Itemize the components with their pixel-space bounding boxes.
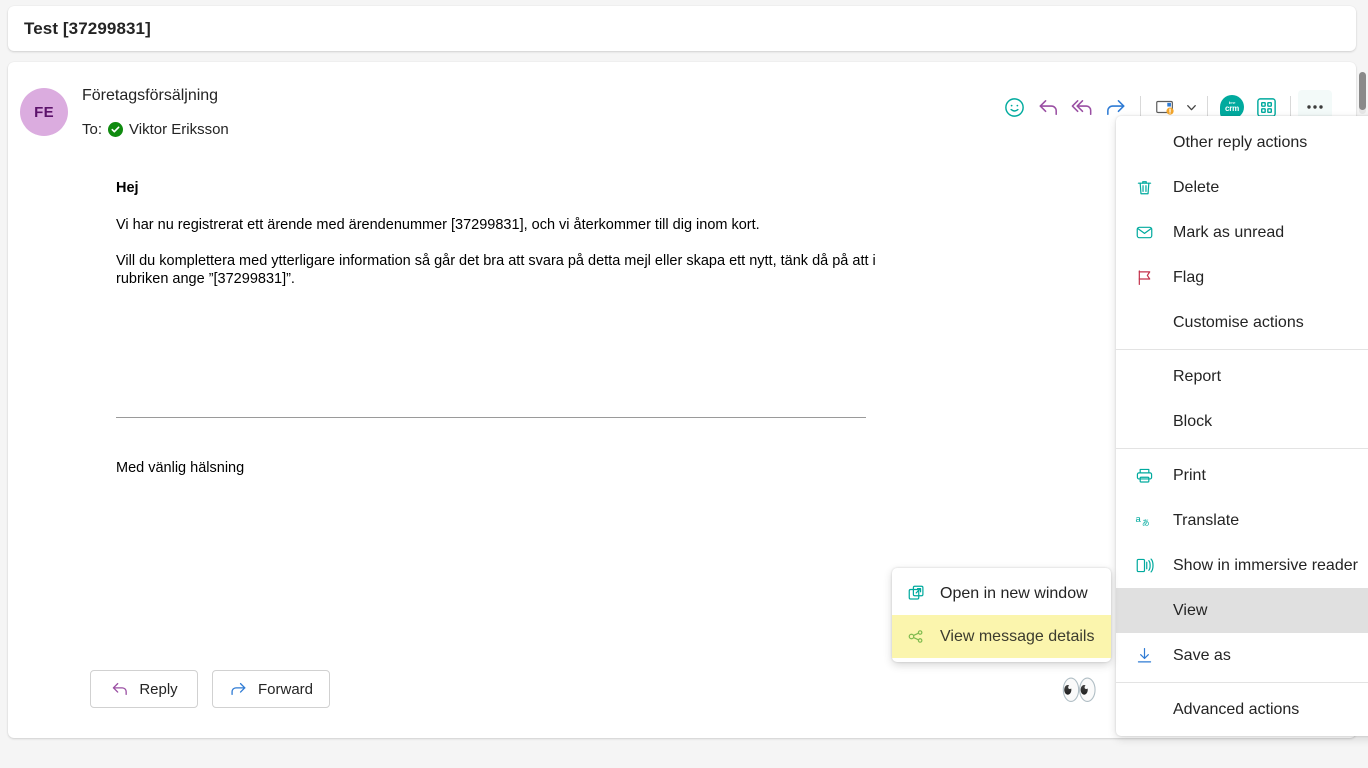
reply-icon[interactable] [1031, 90, 1065, 124]
flag-icon [1134, 268, 1154, 288]
more-actions-context-menu: Other reply actions Delete Mark as unread F… [1116, 116, 1368, 736]
context-menu-item-label: Translate [1173, 511, 1240, 529]
context-menu-item-save-as[interactable]: Save as [1116, 633, 1368, 678]
context-menu-item-label: Block [1173, 412, 1213, 430]
context-menu-item-customise-actions[interactable]: Customise actions [1116, 300, 1368, 345]
toolbar-divider [1140, 96, 1141, 118]
sender-name[interactable]: Företagsförsäljning [82, 87, 218, 105]
reply-button-label: Reply [139, 680, 178, 698]
context-menu-item-label: Show in immersive reader [1173, 556, 1358, 574]
toolbar-divider-3 [1290, 96, 1291, 118]
context-menu-item-block[interactable]: Block [1116, 399, 1368, 444]
body-paragraph-1: Vi har nu registrerat ett ärende med äre… [116, 217, 760, 233]
signature-divider [116, 417, 866, 418]
trash-icon [1134, 178, 1154, 198]
context-menu-item-label: View [1173, 601, 1208, 619]
avatar-initials: FE [34, 103, 54, 121]
context-menu-item-show-in-immersive-reader[interactable]: Show in immersive reader [1116, 543, 1368, 588]
scrollbar-thumb[interactable] [1359, 72, 1366, 110]
toolbar-divider-2 [1207, 96, 1208, 118]
view-submenu-item-open-in-new-window[interactable]: Open in new window [892, 572, 1111, 615]
body-paragraph-2: Vill du komplettera med ytterligare info… [116, 253, 876, 288]
context-menu-item-translate[interactable]: a あ Translate [1116, 498, 1368, 543]
open-external-icon [906, 584, 926, 604]
view-submenu: Open in new window View message details [892, 568, 1111, 662]
envelope-icon [1134, 223, 1154, 243]
context-menu-item-report[interactable]: Report [1116, 354, 1368, 399]
body-signature: Med vänlig hälsning [116, 460, 245, 476]
message-footer-actions: Reply Forward [90, 670, 331, 708]
view-submenu-item-view-message-details[interactable]: View message details [892, 615, 1111, 658]
context-menu-item-other-reply-actions[interactable]: Other reply actions [1116, 120, 1368, 165]
context-menu-item-flag[interactable]: Flag [1116, 255, 1368, 300]
context-menu-item-view[interactable]: View [1116, 588, 1368, 633]
view-submenu-item-label: View message details [940, 627, 1095, 645]
context-menu-item-label: Mark as unread [1173, 223, 1285, 241]
body-greeting: Hej [116, 180, 139, 196]
context-menu-item-label: Other reply actions [1173, 133, 1308, 151]
context-menu-item-label: Flag [1173, 268, 1205, 286]
reply-button[interactable]: Reply [90, 670, 198, 708]
context-menu-item-delete[interactable]: Delete [1116, 165, 1368, 210]
outlook-message-view: Test [37299831] FE Företagsförsäljning T… [0, 0, 1368, 768]
view-submenu-item-label: Open in new window [940, 584, 1088, 602]
svg-text:a: a [1135, 514, 1141, 525]
subject-card: Test [37299831] [8, 6, 1356, 51]
crm-main-text: crm [1224, 104, 1240, 113]
context-menu-item-label: Customise actions [1173, 313, 1304, 331]
context-menu-item-label: Report [1173, 367, 1222, 385]
recipient-row: To: Viktor Eriksson [82, 121, 229, 138]
message-details-icon [906, 627, 926, 647]
printer-icon [1134, 466, 1154, 486]
forward-button[interactable]: Forward [212, 670, 331, 708]
immersive-reader-icon [1134, 556, 1154, 576]
context-menu-divider [1116, 448, 1368, 449]
context-menu-divider [1116, 682, 1368, 683]
avatar: FE [20, 88, 68, 136]
forward-button-label: Forward [258, 680, 314, 698]
eyes-reaction-icon[interactable]: 👀 [1061, 676, 1098, 706]
context-menu-item-label: Save as [1173, 646, 1231, 664]
to-label: To: [82, 121, 103, 138]
message-body: Hej Vi har nu registrerat ett ärende med… [116, 180, 876, 306]
recipient-name[interactable]: Viktor Eriksson [129, 121, 229, 138]
context-menu-item-label: Advanced actions [1173, 700, 1300, 718]
context-menu-item-label: Delete [1173, 178, 1220, 196]
context-menu-item-advanced-actions[interactable]: Advanced actions [1116, 687, 1368, 732]
context-menu-item-label: Print [1173, 466, 1206, 484]
verified-check-icon [108, 122, 124, 137]
emoji-react-icon[interactable] [997, 90, 1031, 124]
translate-icon: aあ [1134, 511, 1154, 531]
download-icon [1134, 646, 1154, 666]
reply-all-icon[interactable] [1065, 90, 1099, 124]
context-menu-item-mark-as-unread[interactable]: Mark as unread [1116, 210, 1368, 255]
context-menu-item-print[interactable]: Print [1116, 453, 1368, 498]
svg-text:あ: あ [1141, 519, 1149, 528]
context-menu-divider [1116, 349, 1368, 350]
page-title: Test [37299831] [24, 18, 151, 38]
